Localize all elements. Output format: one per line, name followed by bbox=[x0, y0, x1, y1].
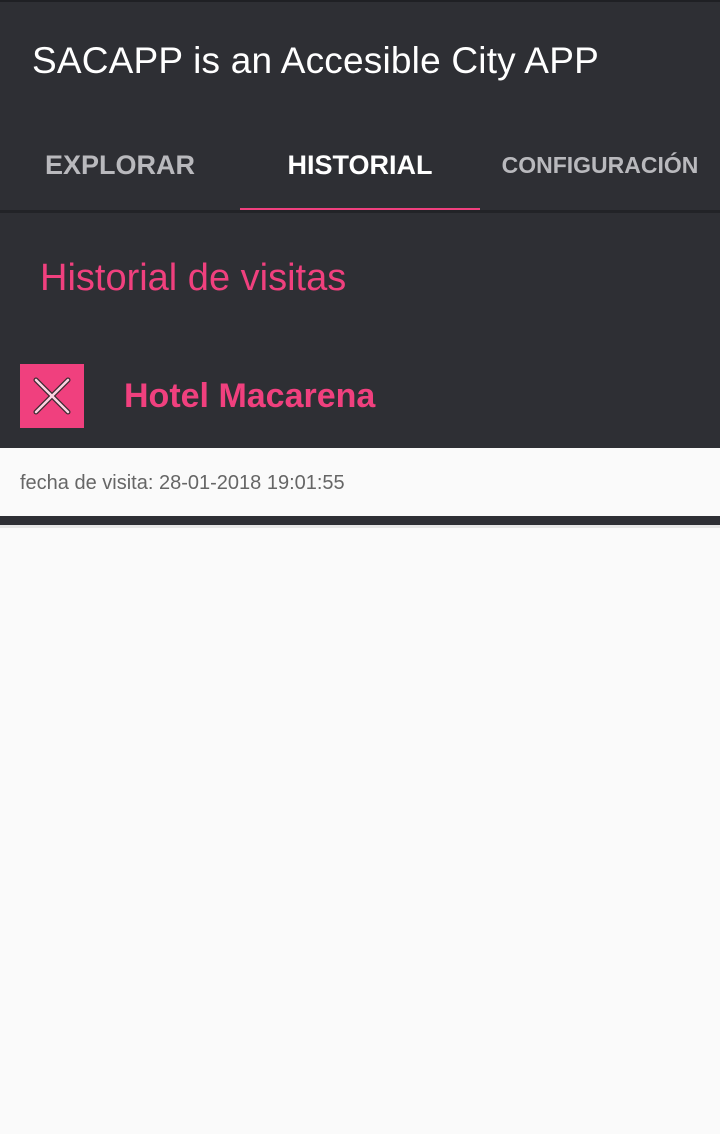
item-divider-shadow bbox=[0, 525, 720, 528]
visit-date: fecha de visita: 28-01-2018 19:01:55 bbox=[20, 472, 345, 494]
tab-configuracion[interactable]: CONFIGURACIÓN bbox=[480, 120, 720, 212]
place-name[interactable]: Hotel Macarena bbox=[124, 377, 375, 416]
app-title: SACAPP is an Accesible City APP bbox=[32, 40, 599, 81]
tab-historial[interactable]: HISTORIAL bbox=[240, 120, 480, 212]
app-bar: SACAPP is an Accesible City APP EXPLORAR… bbox=[0, 0, 720, 212]
history-header-section: Historial de visitas Hotel Macarena bbox=[0, 213, 720, 448]
item-divider bbox=[0, 516, 720, 525]
tab-historial-label: HISTORIAL bbox=[287, 149, 433, 180]
tab-bar: EXPLORAR HISTORIAL CONFIGURACIÓN bbox=[0, 120, 720, 212]
section-title: Historial de visitas bbox=[40, 257, 347, 299]
close-icon bbox=[33, 377, 71, 415]
delete-visit-button[interactable] bbox=[20, 364, 84, 428]
tab-explorar[interactable]: EXPLORAR bbox=[0, 120, 240, 212]
list-item[interactable]: fecha de visita: 28-01-2018 19:01:55 bbox=[0, 448, 720, 516]
